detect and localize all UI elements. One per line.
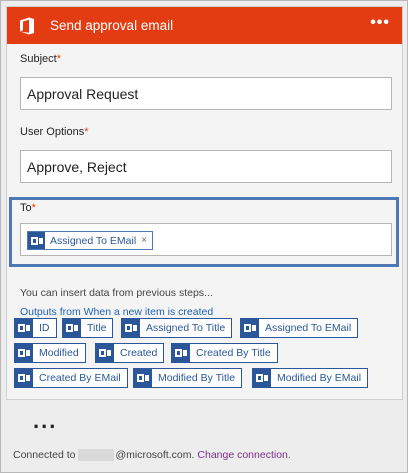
required-marker: * — [56, 53, 61, 65]
sharepoint-token-icon — [15, 369, 33, 387]
card-title: Send approval email — [50, 18, 174, 33]
sharepoint-token-icon — [96, 344, 114, 362]
user-options-label: User Options* — [20, 126, 89, 138]
token-assigned-to-title[interactable]: Assigned To Title — [121, 318, 233, 338]
sharepoint-token-icon — [122, 319, 140, 337]
to-token-assigned-to-email[interactable]: Assigned To EMail × — [27, 231, 154, 250]
subject-input[interactable]: Approval Request — [20, 77, 392, 110]
dynamic-content-hint: You can insert data from previous steps.… — [20, 287, 213, 299]
connected-to-text: Connected to — [13, 449, 76, 461]
token-assigned-to-email[interactable]: Assigned To EMail — [240, 318, 359, 338]
token-created-by-email[interactable]: Created By EMail — [14, 368, 128, 388]
token-label: Created By Title — [196, 347, 271, 359]
add-step-more-button[interactable]: ... — [33, 410, 57, 432]
change-connection-link[interactable]: Change connection. — [197, 449, 290, 461]
token-label: Modified By Title — [158, 372, 236, 384]
token-modified-by-title[interactable]: Modified By Title — [133, 368, 243, 388]
more-options-button[interactable]: ••• — [370, 15, 390, 31]
sharepoint-token-icon — [15, 344, 33, 362]
sharepoint-token-icon — [253, 369, 271, 387]
card-header[interactable]: Send approval email ••• — [7, 7, 402, 44]
token-label: Created — [120, 347, 158, 359]
outputs-group-title[interactable]: Outputs from When a new item is created — [20, 306, 213, 318]
window-frame: Send approval email ••• Subject* Approva… — [0, 0, 408, 473]
to-token-label: Assigned To EMail — [50, 234, 137, 247]
user-options-input[interactable]: Approve, Reject — [20, 150, 392, 183]
action-card: Send approval email ••• Subject* Approva… — [6, 6, 403, 400]
office-logo-icon — [18, 17, 36, 35]
sharepoint-token-icon — [134, 369, 152, 387]
token-label: Modified — [39, 347, 79, 359]
required-marker: * — [84, 126, 89, 138]
sharepoint-token-icon — [63, 319, 81, 337]
connected-domain: @microsoft.com. — [115, 449, 195, 461]
sharepoint-token-icon — [172, 344, 190, 362]
token-created-by-title[interactable]: Created By Title — [171, 343, 278, 363]
token-label: Title — [87, 322, 107, 334]
sharepoint-token-icon — [28, 232, 45, 249]
sharepoint-token-icon — [241, 319, 259, 337]
redacted-username — [78, 449, 115, 461]
token-title[interactable]: Title — [62, 318, 114, 338]
subject-label: Subject* — [20, 53, 61, 65]
token-label: Assigned To Title — [146, 322, 226, 334]
token-modified-by-email[interactable]: Modified By EMail — [252, 368, 369, 388]
token-label: Modified By EMail — [277, 372, 362, 384]
required-marker: * — [31, 202, 36, 214]
token-label: Created By EMail — [39, 372, 121, 384]
token-id[interactable]: ID — [14, 318, 57, 338]
connection-footer: Connected to @microsoft.com. Change conn… — [13, 449, 291, 461]
token-label: Assigned To EMail — [265, 322, 352, 334]
token-created[interactable]: Created — [95, 343, 165, 363]
to-label: To* — [20, 202, 36, 214]
token-label: ID — [39, 322, 50, 334]
token-modified[interactable]: Modified — [14, 343, 86, 363]
sharepoint-token-icon — [15, 319, 33, 337]
remove-token-icon[interactable]: × — [141, 235, 147, 246]
to-input[interactable]: Assigned To EMail × — [20, 223, 392, 256]
